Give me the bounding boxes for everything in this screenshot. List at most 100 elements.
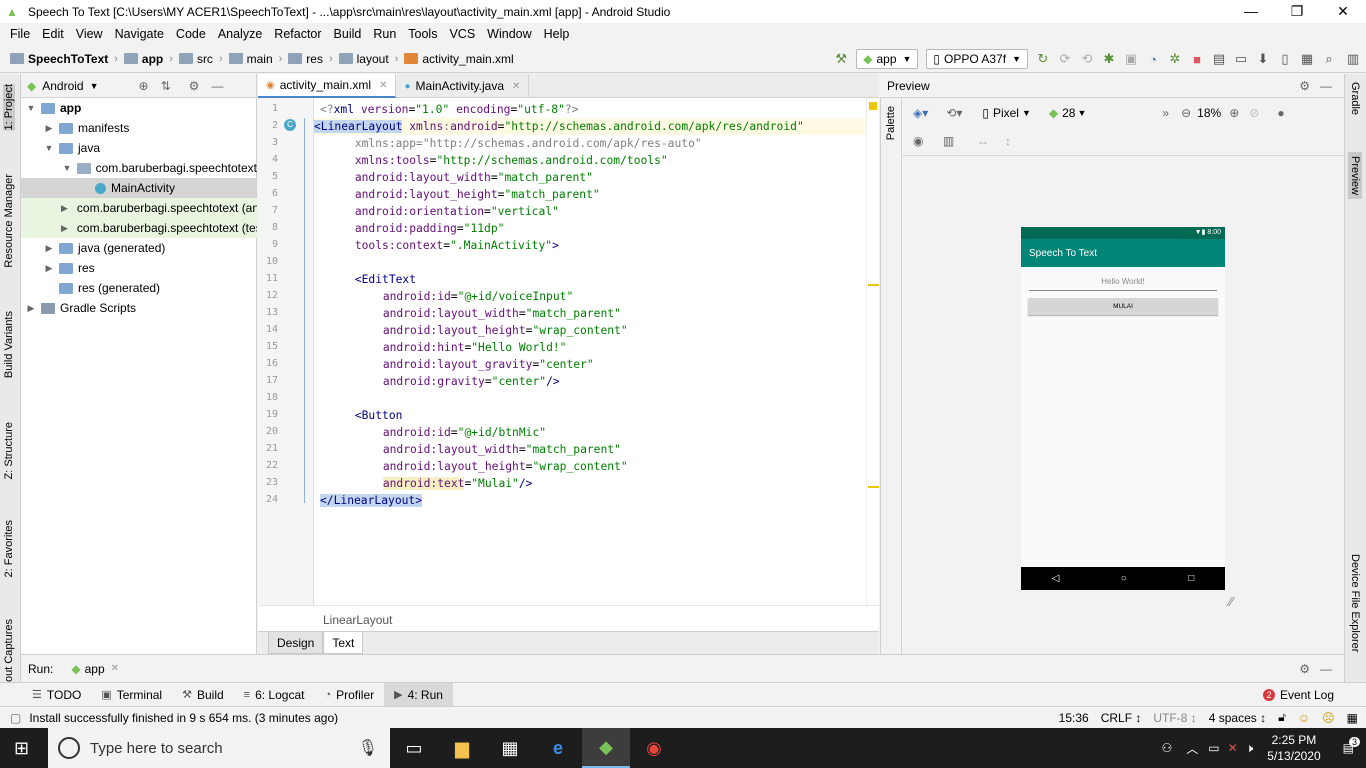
volume-icon[interactable]: 🕨︎ (1242, 741, 1258, 756)
expand-arrow-icon[interactable]: ▶ (43, 123, 55, 134)
home-icon[interactable]: ○ (1121, 573, 1127, 584)
tool-tab-profiler[interactable]: ◔ Profiler (314, 688, 384, 702)
sync-icon[interactable]: ▤ (1208, 48, 1230, 70)
tab-device-file-explorer[interactable]: Device File Explorer (1349, 554, 1361, 652)
expand-arrow-icon[interactable]: ▶ (43, 263, 55, 274)
expand-arrow-icon[interactable]: ▼ (43, 143, 55, 153)
blueprint-icon[interactable]: ▥ (943, 134, 954, 148)
code-line[interactable]: android:layout_gravity="center" (320, 356, 594, 373)
code-line[interactable]: android:hint="Hello World!" (320, 339, 567, 356)
line-separator[interactable]: CRLF ↕ (1101, 711, 1142, 725)
tab-build-variants[interactable]: Build Variants (3, 311, 15, 378)
tree-item[interactable]: ▶ java (generated) (21, 238, 257, 258)
zoom-fit-icon[interactable]: ⊘ (1249, 106, 1259, 120)
search-icon[interactable]: ⌕ (1318, 48, 1340, 70)
menu-window[interactable]: Window (481, 27, 537, 41)
device-manager-icon[interactable]: ▯ (1274, 48, 1296, 70)
hammer-icon[interactable]: ⚒ (830, 48, 852, 70)
code-line[interactable]: <?xml version="1.0" encoding="utf-8"?> (320, 101, 579, 118)
tab-palette[interactable]: Palette (885, 106, 897, 140)
project-structure-icon[interactable]: ▦ (1296, 48, 1318, 70)
layers-icon[interactable]: ◈▾ (913, 106, 928, 120)
class-gutter-icon[interactable]: C (284, 119, 296, 131)
hide-panel-icon[interactable]: — (1320, 79, 1332, 93)
warning-marker-icon[interactable] (869, 102, 877, 110)
maximize-button[interactable]: ❐ (1274, 0, 1320, 23)
code-line[interactable]: android:layout_height="match_parent" (320, 186, 600, 203)
xml-breadcrumb[interactable]: LinearLayout (258, 605, 879, 631)
apply-code-icon[interactable]: ⟲ (1076, 48, 1098, 70)
menu-analyze[interactable]: Analyze (212, 27, 268, 41)
edge-icon[interactable]: e (534, 728, 582, 768)
code-line[interactable]: android:layout_width="match_parent" (320, 305, 621, 322)
code-line[interactable]: android:gravity="center"/> (320, 373, 560, 390)
code-line[interactable]: xmlns:tools="http://schemas.android.com/… (320, 152, 668, 169)
code-line[interactable]: android:id="@+id/voiceInput" (320, 288, 573, 305)
gear-icon[interactable]: ⚙ (189, 79, 200, 93)
rerun-icon[interactable]: ↻ (1032, 48, 1054, 70)
task-view-icon[interactable]: ▭ (390, 728, 438, 768)
lock-icon[interactable]: 🔓︎ (1278, 710, 1286, 725)
tab-gradle[interactable]: Gradle (1349, 82, 1361, 115)
tool-tab-build[interactable]: ⚒ Build (172, 688, 234, 702)
tree-item[interactable]: res (generated) (21, 278, 257, 298)
battery-icon[interactable]: ▭ (1204, 741, 1223, 755)
breadcrumb-item[interactable]: app (120, 52, 167, 66)
android-studio-taskbar-icon[interactable]: ◆ (582, 728, 630, 768)
code-line[interactable]: android:orientation="vertical" (320, 203, 559, 220)
code-line[interactable]: <LinearLayout xmlns:android="http://sche… (314, 118, 866, 135)
avd-manager-icon[interactable]: ▭ (1230, 48, 1252, 70)
expand-arrow-icon[interactable]: ▶ (25, 303, 37, 314)
zoom-in-icon[interactable]: ⊕ (1229, 106, 1239, 120)
tool-tab-run[interactable]: ▶ 4: Run (384, 682, 453, 707)
close-icon[interactable]: ✕ (512, 81, 520, 92)
code-line[interactable]: android:layout_width="match_parent" (320, 169, 593, 186)
tree-item[interactable]: ▶ res (21, 258, 257, 278)
tree-item[interactable]: ▼ app (21, 98, 257, 118)
ide-icon[interactable]: ▥ (1340, 48, 1366, 70)
tab-favorites[interactable]: 2: Favorites (3, 520, 15, 577)
debug-icon[interactable]: ✱ (1098, 48, 1120, 70)
tree-item[interactable]: ▼ java (21, 138, 257, 158)
expand-arrow-icon[interactable]: ▼ (61, 163, 73, 173)
minimize-button[interactable]: — (1228, 0, 1274, 23)
close-icon[interactable]: ✕ (379, 80, 387, 91)
coverage-icon[interactable]: ▣ (1120, 48, 1142, 70)
menu-navigate[interactable]: Navigate (109, 27, 170, 41)
apply-changes-icon[interactable]: ⟳ (1054, 48, 1076, 70)
expand-arrow-icon[interactable]: ▶ (61, 203, 68, 214)
sad-face-icon[interactable]: ☹ (1322, 711, 1335, 725)
windows-start-icon[interactable]: ⊞ (14, 738, 29, 759)
menu-vcs[interactable]: VCS (443, 27, 481, 41)
tab-preview[interactable]: Preview (1348, 152, 1362, 200)
expand-arrow-icon[interactable]: ▶ (43, 243, 55, 254)
file-encoding[interactable]: UTF-8 ↕ (1153, 711, 1196, 725)
chevron-down-icon[interactable]: ▼ (1077, 108, 1086, 118)
editor-scrollbar[interactable] (866, 98, 879, 605)
back-icon[interactable]: ◁ (1052, 573, 1060, 584)
tab-project[interactable]: 1: Project (3, 84, 15, 131)
profile-icon[interactable]: ◔ (1142, 48, 1164, 70)
code-line[interactable]: android:text="Mulai"/> (320, 475, 532, 492)
editor-tab[interactable]: ◉ activity_main.xml ✕ (258, 74, 397, 98)
tree-item[interactable]: MainActivity (21, 178, 257, 198)
menu-build[interactable]: Build (328, 27, 368, 41)
tab-structure[interactable]: Z: Structure (3, 422, 15, 479)
tree-item[interactable]: ▶ com.baruberbagi.speechtotext (androidTe… (21, 198, 257, 218)
expand-arrow-icon[interactable]: ▼ (25, 103, 37, 113)
warning-icon[interactable]: ● (1277, 106, 1284, 120)
code-line[interactable]: android:layout_height="wrap_content" (320, 458, 628, 475)
eye-icon[interactable]: ◉ (913, 134, 923, 148)
tree-item[interactable]: ▼ com.baruberbagi.speechtotext (21, 158, 257, 178)
resize-handle-icon[interactable]: ⁄⁄ (1229, 594, 1233, 609)
stop-icon[interactable]: ■ (1186, 48, 1208, 70)
menu-tools[interactable]: Tools (402, 27, 443, 41)
person-icon[interactable]: ⚇ (1154, 741, 1181, 755)
resize-vertical-icon[interactable]: ↕ (1005, 134, 1011, 148)
menu-view[interactable]: View (70, 27, 109, 41)
tree-item[interactable]: ▶ Gradle Scripts (21, 298, 257, 318)
menu-code[interactable]: Code (170, 27, 212, 41)
collapse-icon[interactable]: ⇅ (161, 79, 171, 93)
menu-refactor[interactable]: Refactor (268, 27, 327, 41)
tab-text[interactable]: Text (323, 632, 364, 654)
